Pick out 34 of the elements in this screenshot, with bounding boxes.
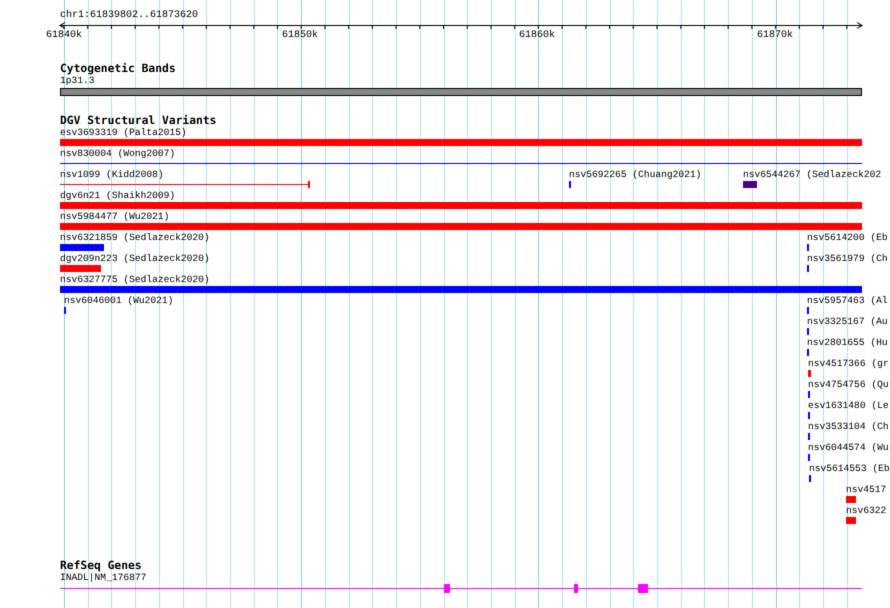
variant-label: esv3693319 (Palta2015) [60, 127, 187, 139]
variant-label: nsv5614200 (Eb [807, 232, 888, 244]
variant-label: nsv3561979 (Ch [807, 253, 888, 265]
variant-label: nsv6044574 (Wu [808, 442, 889, 454]
variant-label: nsv830004 (Wong2007) [60, 148, 176, 160]
variant-label: esv1631480 (Le [808, 400, 889, 412]
band-label: 1p31.3 [60, 75, 95, 87]
ruler-tick-label: 61870k [757, 30, 793, 42]
variant-label: nsv5984477 (Wu2021) [60, 211, 170, 223]
track-title: Cytogenetic Bands [60, 63, 176, 75]
variant-label: nsv3533104 (Ch [808, 421, 889, 433]
variant-label: dgv209n223 (Sedlazeck2020) [60, 253, 210, 265]
variant-label: nsv2801655 (Hu [807, 337, 888, 349]
variant-label: nsv1099 (Kidd2008) [60, 169, 164, 181]
track-title: DGV Structural Variants [60, 115, 216, 127]
variant-label: nsv6046001 (Wu2021) [64, 295, 174, 307]
ruler-tick-label: 61850k [282, 30, 318, 42]
variant-label: nsv6322 [846, 505, 886, 517]
variant-label: nsv5692265 (Chuang2021) [569, 169, 702, 181]
track-title: RefSeq Genes [60, 560, 142, 572]
variant-label: nsv6321859 (Sedlazeck2020) [60, 232, 210, 244]
variant-label: nsv3325167 (Au [807, 316, 888, 328]
variant-label: nsv4754756 (Qu [808, 379, 889, 391]
variant-label: nsv5957463 (Al [807, 295, 888, 307]
ruler-tick-label: 61840k [46, 30, 82, 42]
coordinate-label: chr1:61839802..61873620 [60, 10, 198, 22]
variant-label: nsv5614553 (Eb [809, 463, 890, 475]
variant-label: nsv4517 [846, 484, 886, 496]
ruler-tick-label: 61860k [519, 30, 555, 42]
variant-label: nsv6544267 (Sedlazeck202 [743, 169, 882, 181]
variant-label: nsv4517366 (gr [808, 358, 889, 370]
gene-label: INADL|NM_176877 [60, 572, 146, 584]
variant-label: nsv6327775 (Sedlazeck2020) [60, 274, 210, 286]
variant-label: dgv6n21 (Shaikh2009) [60, 190, 176, 202]
